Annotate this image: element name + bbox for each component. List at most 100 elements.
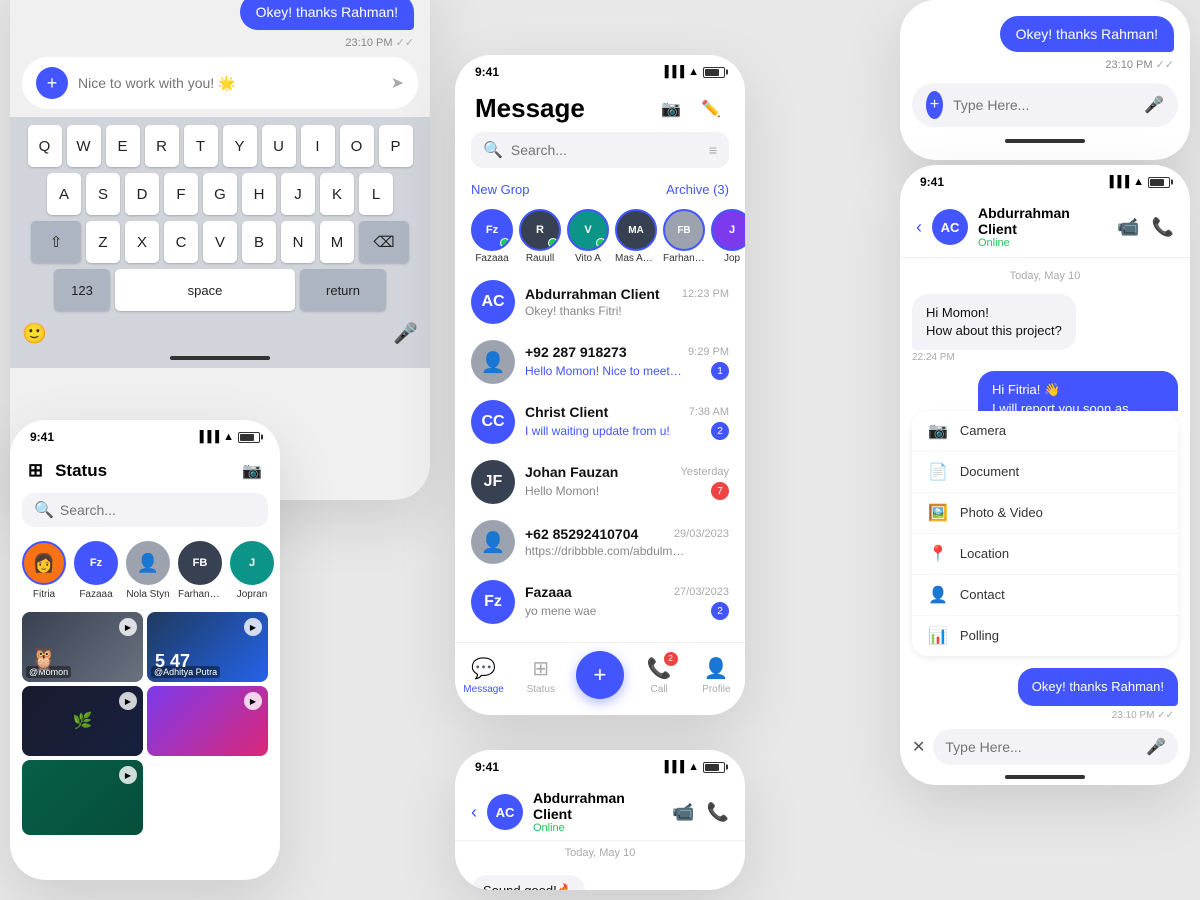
story-item-nola[interactable]: 👤 Nola Styn [126, 541, 170, 600]
key-t[interactable]: T [184, 125, 218, 167]
status-search-input[interactable] [60, 502, 256, 518]
camera-icon-status[interactable]: 📷 [242, 461, 262, 481]
key-q[interactable]: Q [28, 125, 62, 167]
nav-call[interactable]: 📞 2 Call [637, 656, 681, 695]
key-e[interactable]: E [106, 125, 140, 167]
chat-detail-mic-icon[interactable]: 🎤 [1146, 737, 1166, 757]
attach-photo-video[interactable]: 🖼️ Photo & Video [912, 493, 1178, 534]
key-v[interactable]: V [203, 221, 237, 263]
nav-fab-button[interactable]: + [576, 651, 624, 699]
chat-item-fazaaa[interactable]: Fz Fazaaa 27/03/2023 yo mene wae 2 [455, 572, 745, 632]
status-search-bar[interactable]: 🔍 [22, 493, 268, 527]
key-i[interactable]: I [301, 125, 335, 167]
emoji-icon[interactable]: 🙂 [22, 321, 47, 346]
key-m[interactable]: M [320, 221, 354, 263]
new-group-button[interactable]: New Grop [471, 182, 530, 197]
nav-profile[interactable]: 👤 Profile [694, 656, 738, 695]
key-d[interactable]: D [125, 173, 159, 215]
video-call-icon[interactable]: 📹 [1117, 217, 1139, 238]
attach-camera[interactable]: 📷 Camera [912, 411, 1178, 452]
msg-story-masadhit[interactable]: MA Mas Adhit [615, 209, 657, 264]
chat-info-johan: Johan Fauzan Yesterday Hello Momon! 7 [525, 464, 729, 500]
msg-story-vito[interactable]: V Vito A [567, 209, 609, 264]
story-item-fitria[interactable]: 👩 Fitria [22, 541, 66, 600]
key-s[interactable]: S [86, 173, 120, 215]
chat-item-phone2[interactable]: 👤 +62 85292410704 29/03/2023 https://dri… [455, 512, 745, 572]
nav-message[interactable]: 💬 Message [462, 656, 506, 695]
video-thumb-1[interactable]: ▶ @Momon 🦉 [22, 612, 143, 682]
status-header: ⊞ Status 📷 [10, 448, 280, 487]
video-thumb-3[interactable]: ▶ 🌿 [22, 686, 143, 756]
bottom-chat-date-divider: Today, May 10 [455, 841, 745, 865]
key-b[interactable]: B [242, 221, 276, 263]
msg-story-rauull[interactable]: R Rauull [519, 209, 561, 264]
key-p[interactable]: P [379, 125, 413, 167]
key-r[interactable]: R [145, 125, 179, 167]
key-n[interactable]: N [281, 221, 315, 263]
attach-polling[interactable]: 📊 Polling [912, 616, 1178, 656]
chat-item-johan[interactable]: JF Johan Fauzan Yesterday Hello Momon! 7 [455, 452, 745, 512]
grid-icon[interactable]: ⊞ [28, 460, 43, 481]
chat-detail-text-input[interactable] [945, 739, 1138, 755]
chat-detail-input-row[interactable]: 🎤 [933, 729, 1178, 765]
camera-icon-msg[interactable]: 📷 [657, 95, 685, 123]
key-u[interactable]: U [262, 125, 296, 167]
keyboard-attach-button[interactable]: + [36, 67, 68, 99]
filter-icon-msg[interactable]: ≡ [709, 142, 717, 158]
kb-mic-icon[interactable]: 🎤 [393, 321, 418, 346]
chat-item-christ[interactable]: CC Christ Client 7:38 AM I will waiting … [455, 392, 745, 452]
story-name-fitria: Fitria [33, 589, 55, 600]
key-w[interactable]: W [67, 125, 101, 167]
key-h[interactable]: H [242, 173, 276, 215]
msg-story-jop[interactable]: J Jop [711, 209, 745, 264]
key-backspace[interactable]: ⌫ [359, 221, 409, 263]
message-search-input[interactable] [511, 142, 701, 158]
bc-battery-icon [703, 762, 725, 773]
key-g[interactable]: G [203, 173, 237, 215]
top-right-input[interactable] [953, 97, 1134, 113]
bottom-chat-back-button[interactable]: ‹ [471, 802, 477, 823]
key-123[interactable]: 123 [54, 269, 110, 311]
key-shift[interactable]: ⇧ [31, 221, 81, 263]
keyboard-send-icon[interactable]: ➤ [391, 73, 404, 93]
key-o[interactable]: O [340, 125, 374, 167]
story-item-fazaaa[interactable]: Fz Fazaaa [74, 541, 118, 600]
key-space[interactable]: space [115, 269, 295, 311]
edit-icon-msg[interactable]: ✏️ [697, 95, 725, 123]
key-k[interactable]: K [320, 173, 354, 215]
key-f[interactable]: F [164, 173, 198, 215]
chat-item-phone1[interactable]: 👤 +92 287 918273 9:29 PM Hello Momon! Ni… [455, 332, 745, 392]
msg-story-farhanbaqs[interactable]: FB Farhan Baqs [663, 209, 705, 264]
story-item-farhan[interactable]: FB Farhan Baqs [178, 541, 222, 600]
attach-location-label: Location [960, 546, 1009, 561]
attach-contact[interactable]: 👤 Contact [912, 575, 1178, 616]
keyboard-text-input[interactable] [78, 75, 381, 91]
top-right-mic-icon[interactable]: 🎤 [1144, 95, 1164, 115]
video-thumb-5[interactable]: ▶ [22, 760, 143, 835]
key-return[interactable]: return [300, 269, 386, 311]
chat-item-abdurrahman[interactable]: AC Abdurrahman Client 12:23 PM Okey! tha… [455, 272, 745, 332]
bottom-video-call-icon[interactable]: 📹 [672, 802, 694, 823]
voice-call-icon[interactable]: 📞 [1152, 217, 1174, 238]
nav-profile-icon: 👤 [704, 656, 729, 681]
attach-document[interactable]: 📄 Document [912, 452, 1178, 493]
key-j[interactable]: J [281, 173, 315, 215]
key-z[interactable]: Z [86, 221, 120, 263]
attach-location[interactable]: 📍 Location [912, 534, 1178, 575]
story-item-jopran[interactable]: J Jopran [230, 541, 274, 600]
key-l[interactable]: L [359, 173, 393, 215]
key-a[interactable]: A [47, 173, 81, 215]
key-y[interactable]: Y [223, 125, 257, 167]
back-button[interactable]: ‹ [916, 217, 922, 238]
nav-status[interactable]: ⊞ Status [519, 656, 563, 695]
message-search-bar[interactable]: 🔍 ≡ [471, 132, 729, 168]
archive-button[interactable]: Archive (3) [666, 182, 729, 197]
close-attach-button[interactable]: ✕ [912, 737, 925, 757]
bottom-voice-call-icon[interactable]: 📞 [707, 802, 729, 823]
video-thumb-2[interactable]: ▶ @Adhitya Putra 5 47 [147, 612, 268, 682]
key-c[interactable]: C [164, 221, 198, 263]
key-x[interactable]: X [125, 221, 159, 263]
video-thumb-4[interactable]: ▶ [147, 686, 268, 756]
msg-story-fazaaa[interactable]: Fz Fazaaa [471, 209, 513, 264]
top-right-attach-button[interactable]: + [926, 91, 943, 119]
